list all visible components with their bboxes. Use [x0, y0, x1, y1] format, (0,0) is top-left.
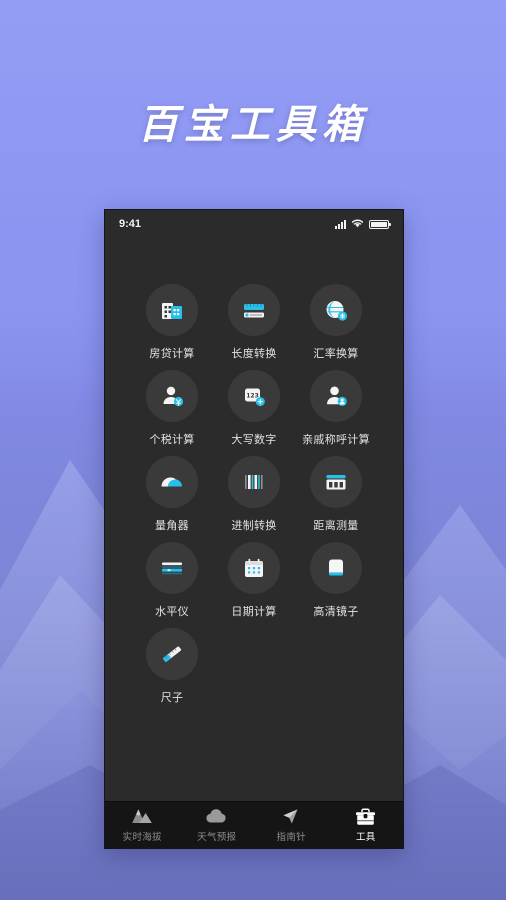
app-icon-circle[interactable] [146, 628, 198, 680]
app-icon-circle[interactable] [228, 456, 280, 508]
status-bar: 9:41 [105, 210, 403, 238]
app-icon-circle[interactable]: 123 [228, 370, 280, 422]
app-item-relative-title-calculator[interactable]: 亲戚称呼计算 [298, 370, 374, 456]
app-icon-circle[interactable] [146, 456, 198, 508]
app-icon-circle[interactable] [146, 284, 198, 336]
tab-compass[interactable]: 指南针 [254, 802, 329, 848]
wifi-icon [351, 218, 364, 231]
app-item-date-calculator[interactable]: 日期计算 [216, 542, 292, 628]
tab-label: 工具 [355, 832, 376, 843]
app-label: 距离测量 [313, 520, 359, 532]
tab-realtime-altitude[interactable]: 实时海拔 [105, 802, 180, 848]
buildings-icon [162, 303, 182, 319]
app-item-spirit-level[interactable]: 水平仪 [134, 542, 210, 628]
app-label: 进制转换 [231, 520, 277, 532]
poster-canvas: 百宝工具箱 9:41 房贷计算 长度转换 汇率换算 个税计算 123 大写数字 … [0, 0, 506, 900]
spirit-level-icon [162, 562, 182, 575]
tab-label: 实时海拔 [122, 832, 162, 843]
tab-weather-forecast[interactable]: 天气预报 [180, 802, 255, 848]
app-icon-circle[interactable] [228, 284, 280, 336]
cloud-icon [205, 807, 228, 826]
app-icon-circle[interactable] [146, 542, 198, 594]
app-item-mortgage-calculator[interactable]: 房贷计算 [134, 284, 210, 370]
app-item-distance-measure[interactable]: 距离测量 [298, 456, 374, 542]
app-icon-circle[interactable] [310, 456, 362, 508]
bottom-tab-bar: 实时海拔 天气预报 指南针 工具 [105, 801, 403, 848]
rangefinder-icon [326, 475, 346, 490]
app-label: 长度转换 [231, 348, 277, 360]
app-icon-circle[interactable] [228, 542, 280, 594]
app-label: 高清镜子 [313, 606, 359, 618]
phone-mockup: 9:41 房贷计算 长度转换 汇率换算 个税计算 123 大写数字 亲戚称呼计算… [104, 209, 404, 849]
compass-icon [281, 807, 301, 826]
app-label: 量角器 [155, 520, 189, 532]
mountain-icon [131, 807, 153, 826]
app-label: 尺子 [160, 692, 184, 704]
app-item-base-converter[interactable]: 进制转换 [216, 456, 292, 542]
ruler-icon [163, 646, 182, 662]
svg-text:123: 123 [246, 392, 259, 399]
toolbox-icon [355, 807, 376, 826]
battery-full-icon [369, 219, 391, 229]
app-label: 亲戚称呼计算 [302, 434, 370, 446]
app-item-currency-exchange[interactable]: 汇率换算 [298, 284, 374, 370]
app-item-hd-mirror[interactable]: 高清镜子 [298, 542, 374, 628]
app-label: 日期计算 [231, 606, 277, 618]
mirror-icon [329, 559, 343, 576]
currency-globe-icon [326, 301, 348, 321]
app-label: 大写数字 [231, 434, 277, 446]
number-card-icon: 123 [245, 388, 265, 407]
app-icon-circle[interactable] [310, 370, 362, 422]
calendar-icon [245, 558, 263, 577]
length-bars-icon [244, 304, 264, 318]
status-bar-indicators [335, 218, 391, 231]
app-item-protractor[interactable]: 量角器 [134, 456, 210, 542]
app-item-chinese-numerals[interactable]: 123 大写数字 [216, 370, 292, 456]
app-label: 房贷计算 [149, 348, 195, 360]
status-bar-time: 9:41 [119, 218, 142, 230]
app-label: 汇率换算 [313, 348, 359, 360]
app-icon-circle[interactable] [310, 542, 362, 594]
cellular-signal-icon [335, 219, 346, 229]
app-item-ruler[interactable]: 尺子 [134, 628, 210, 714]
tab-label: 天气预报 [197, 832, 237, 843]
app-icon-circle[interactable] [310, 284, 362, 336]
app-item-income-tax-calculator[interactable]: 个税计算 [134, 370, 210, 456]
tab-label: 指南针 [276, 832, 306, 843]
person-tax-icon [163, 386, 184, 407]
app-label: 个税计算 [149, 434, 195, 446]
app-icon-circle[interactable] [146, 370, 198, 422]
poster-title: 百宝工具箱 [138, 102, 368, 148]
person-relative-icon [327, 386, 347, 406]
app-item-length-converter[interactable]: 长度转换 [216, 284, 292, 370]
base-bars-icon [245, 475, 263, 489]
tools-grid: 房贷计算 长度转换 汇率换算 个税计算 123 大写数字 亲戚称呼计算 量角器 … [105, 238, 403, 801]
app-label: 水平仪 [155, 606, 189, 618]
protractor-icon [161, 477, 182, 487]
tab-tools[interactable]: 工具 [329, 802, 404, 848]
